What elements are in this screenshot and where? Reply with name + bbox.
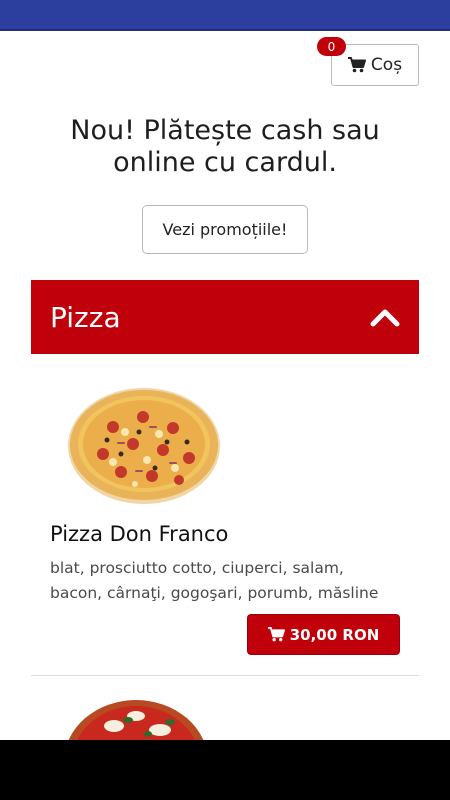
promo-title: Nou! Plătește cash sau online cu cardul. — [70, 115, 380, 178]
chevron-up-icon[interactable] — [370, 306, 400, 328]
product-image — [51, 372, 237, 512]
cart-count-badge: 0 — [317, 37, 346, 56]
divider — [31, 675, 419, 676]
status-bar — [0, 0, 450, 31]
cart-icon — [347, 57, 366, 73]
price-label: 30,00 RON — [289, 625, 380, 644]
promotions-button[interactable]: Vezi promoțiile! — [142, 205, 308, 254]
product-name: Pizza Don Franco — [50, 522, 229, 546]
navigation-bar — [0, 740, 450, 800]
category-header-pizza[interactable]: Pizza — [31, 280, 419, 354]
category-title: Pizza — [50, 300, 121, 334]
cart-label: Coș — [370, 55, 403, 75]
add-to-cart-button[interactable]: 30,00 RON — [247, 614, 400, 655]
product-image — [68, 700, 204, 740]
cart-icon — [267, 627, 285, 642]
product-description: blat, prosciutto cotto, ciuperci, salam,… — [50, 559, 379, 602]
